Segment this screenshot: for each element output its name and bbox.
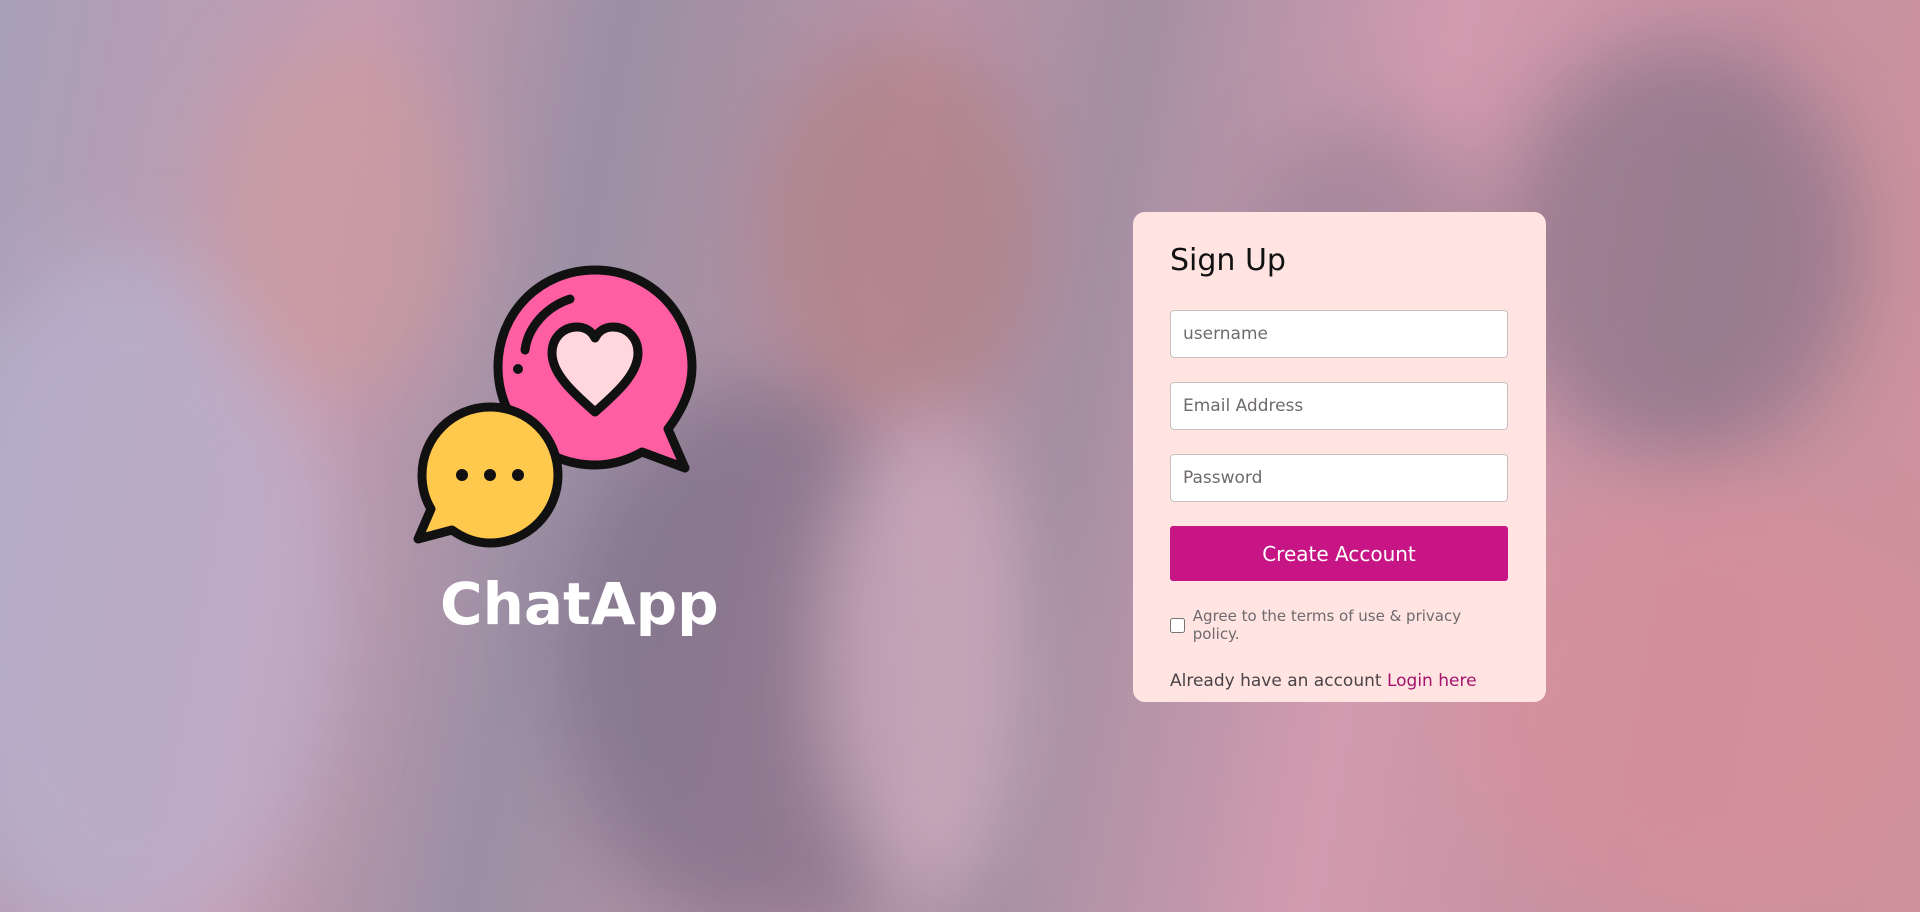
brand: ChatApp — [400, 255, 730, 638]
username-input[interactable] — [1170, 310, 1508, 358]
login-prompt-text: Already have an account — [1170, 671, 1382, 691]
brand-name: ChatApp — [440, 570, 719, 638]
terms-row[interactable]: Agree to the terms of use & privacy poli… — [1170, 607, 1508, 643]
password-input[interactable] — [1170, 454, 1508, 502]
signup-title: Sign Up — [1170, 243, 1286, 278]
login-link[interactable]: Login here — [1387, 671, 1477, 691]
login-prompt: Already have an account Login here — [1170, 671, 1508, 691]
terms-checkbox[interactable] — [1170, 617, 1185, 633]
create-account-button[interactable]: Create Account — [1170, 526, 1508, 581]
background-photo — [0, 0, 1920, 912]
email-input[interactable] — [1170, 382, 1508, 430]
signup-card: Sign Up Create Account Agree to the term… — [1133, 212, 1546, 702]
chat-bubbles-heart-icon — [413, 265, 697, 548]
terms-label: Agree to the terms of use & privacy poli… — [1192, 607, 1462, 643]
